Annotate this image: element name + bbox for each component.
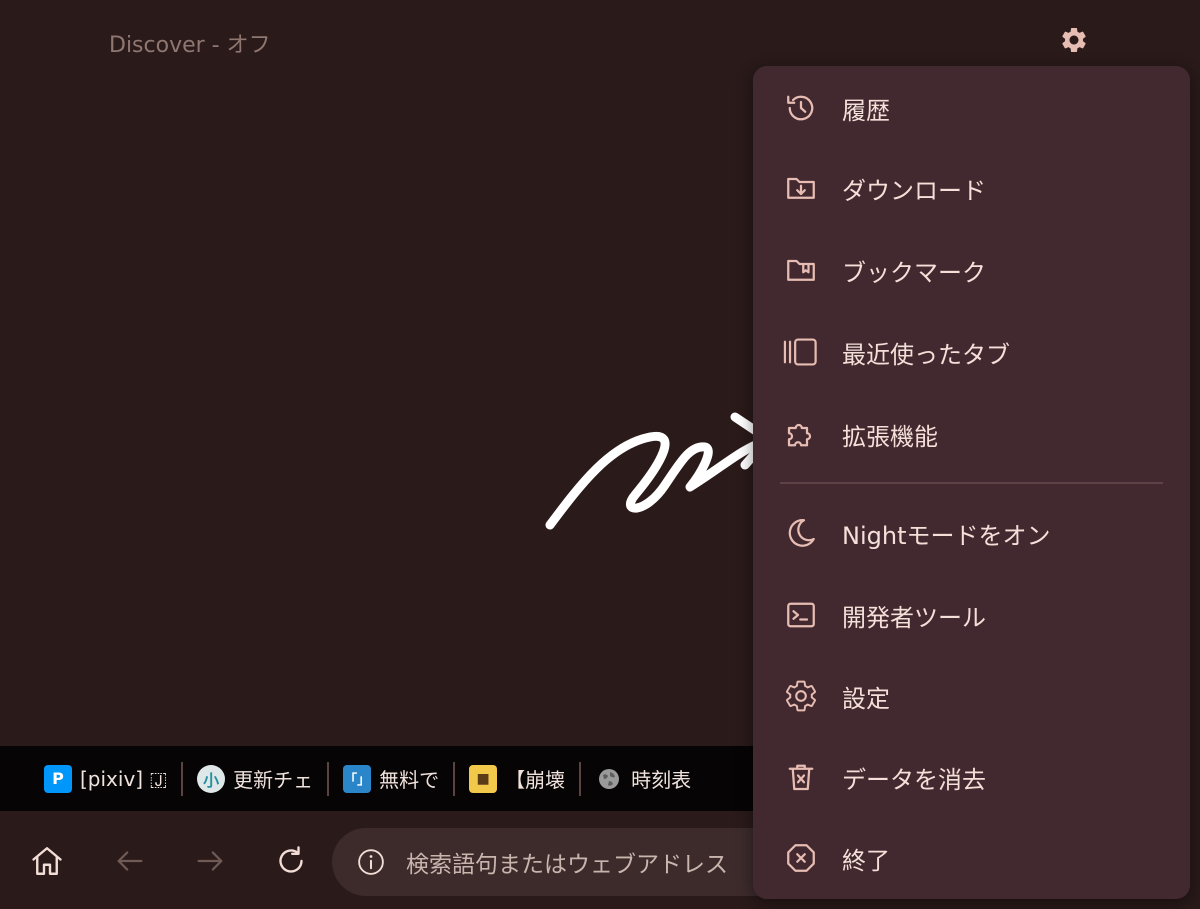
address-placeholder: 検索語句またはウェブアドレス (406, 852, 728, 878)
site-icon-2: 「」 (343, 764, 372, 793)
tab-label: 無料で (379, 768, 440, 792)
globe-icon (595, 765, 623, 793)
tab-update-check[interactable]: 小 更新チェ (183, 746, 327, 811)
puzzle-icon (781, 414, 821, 454)
reload-button[interactable] (271, 841, 311, 881)
menu-item-quit[interactable]: 終了 (753, 822, 1190, 894)
arrow-right-icon (197, 851, 223, 871)
site-icon-1: 小 (197, 764, 226, 793)
tab-bar: P [pixiv] 🇯 小 更新チェ 「」 無料で ■ 【崩壊 時刻表 (0, 746, 760, 811)
tab-label: 【崩壊 (505, 768, 566, 792)
tab-free[interactable]: 「」 無料で (329, 746, 453, 811)
menu-label: 開発者ツール (842, 603, 986, 632)
tab-timetable[interactable]: 時刻表 (581, 746, 705, 811)
tab-label: [pixiv] 🇯 (80, 766, 168, 791)
hand-drawn-arrow (545, 412, 773, 530)
close-octagon-icon (781, 838, 821, 878)
site-icon-3: ■ (469, 764, 498, 793)
pixiv-icon: P (44, 764, 72, 793)
overflow-menu: 履歴 ダウンロード ブックマーク 最近使ったタブ 拡張機能 Nightモードをオ… (753, 66, 1190, 899)
menu-label: 拡張機能 (842, 422, 938, 451)
history-icon (781, 88, 821, 128)
bookmark-folder-icon (781, 250, 821, 290)
menu-label: 終了 (842, 846, 890, 875)
recent-tabs-icon (781, 332, 821, 372)
forward-button[interactable] (190, 841, 230, 881)
moon-icon (781, 513, 821, 553)
discover-title: Discover - オフ (109, 33, 271, 58)
home-button[interactable] (27, 841, 67, 881)
reload-icon (279, 846, 303, 873)
menu-label: 履歴 (842, 96, 890, 125)
trash-icon (781, 757, 821, 797)
menu-label: Nightモードをオン (842, 521, 1051, 550)
menu-item-downloads[interactable]: ダウンロード (753, 152, 1190, 224)
home-icon (32, 847, 62, 875)
terminal-icon (781, 595, 821, 635)
menu-item-bookmarks[interactable]: ブックマーク (753, 234, 1190, 306)
info-icon[interactable] (356, 847, 386, 877)
tab-label: 時刻表 (631, 768, 692, 792)
menu-item-history[interactable]: 履歴 (753, 72, 1190, 144)
gear-icon (1062, 27, 1086, 52)
menu-label: データを消去 (842, 765, 986, 794)
menu-item-extensions[interactable]: 拡張機能 (753, 398, 1190, 470)
menu-divider (780, 482, 1163, 484)
arrow-left-icon (117, 851, 143, 871)
menu-item-recent-tabs[interactable]: 最近使ったタブ (753, 316, 1190, 388)
download-folder-icon (781, 168, 821, 208)
browser-screen: Discover - オフ P [pixiv] 🇯 小 更新チェ 「」 無料で … (0, 0, 1200, 909)
menu-item-developer-tools[interactable]: 開発者ツール (753, 579, 1190, 651)
menu-label: 最近使ったタブ (842, 340, 1010, 369)
menu-item-clear-data[interactable]: データを消去 (753, 741, 1190, 813)
menu-label: 設定 (842, 684, 890, 713)
menu-item-settings[interactable]: 設定 (753, 660, 1190, 732)
menu-label: ダウンロード (842, 176, 986, 205)
back-button[interactable] (110, 841, 150, 881)
tab-label: 更新チェ (233, 768, 314, 792)
menu-item-night-mode[interactable]: Nightモードをオン (753, 497, 1190, 569)
tab-pixiv[interactable]: P [pixiv] 🇯 (30, 746, 181, 811)
tab-houkai[interactable]: ■ 【崩壊 (455, 746, 579, 811)
gear-icon (781, 676, 821, 716)
menu-label: ブックマーク (842, 258, 986, 287)
settings-button[interactable] (1058, 24, 1090, 56)
